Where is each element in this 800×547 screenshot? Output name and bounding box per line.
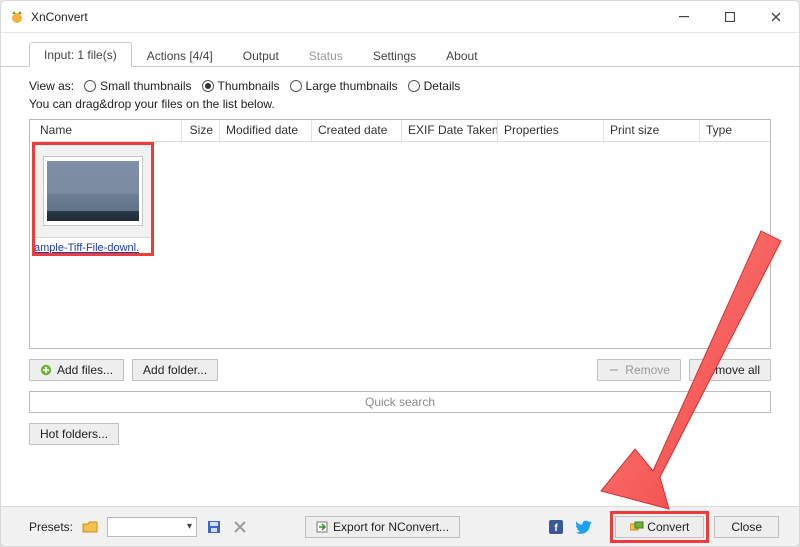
thumbnail-image <box>47 161 139 221</box>
search-row <box>29 391 771 413</box>
tab-bar: Input: 1 file(s) Actions [4/4] Output St… <box>1 33 799 67</box>
list-item[interactable]: ample-Tiff-File-downl. <box>34 144 152 254</box>
file-action-row: Add files... Add folder... Remove Remove… <box>29 359 771 381</box>
file-items-area[interactable]: ample-Tiff-File-downl. <box>30 142 770 348</box>
footer-bar: Presets: ▾ Export for NConvert... f <box>1 506 799 546</box>
convert-highlight: Convert <box>613 514 706 540</box>
add-files-button[interactable]: Add files... <box>29 359 124 381</box>
col-exif[interactable]: EXIF Date Taken <box>402 120 498 141</box>
remove-all-button[interactable]: Remove all <box>689 359 771 381</box>
social-icons: f <box>547 518 593 536</box>
col-name[interactable]: Name <box>30 120 182 141</box>
col-printsize[interactable]: Print size <box>604 120 700 141</box>
col-modified[interactable]: Modified date <box>220 120 312 141</box>
remove-button[interactable]: Remove <box>597 359 681 381</box>
tab-input[interactable]: Input: 1 file(s) <box>29 42 132 67</box>
col-properties[interactable]: Properties <box>498 120 604 141</box>
tab-status[interactable]: Status <box>294 43 358 67</box>
tab-settings[interactable]: Settings <box>358 43 431 67</box>
column-headers: Name Size Modified date Created date EXI… <box>30 120 770 142</box>
convert-button[interactable]: Convert <box>615 516 704 538</box>
col-size[interactable]: Size <box>182 120 220 141</box>
view-as-label: View as: <box>29 79 74 93</box>
save-preset-icon[interactable] <box>205 518 223 536</box>
export-nconvert-button[interactable]: Export for NConvert... <box>305 516 460 538</box>
twitter-icon[interactable] <box>575 518 593 536</box>
minimize-button[interactable] <box>661 1 707 33</box>
thumbnail-label: ample-Tiff-File-downl. <box>34 242 152 254</box>
app-window: XnConvert Input: 1 file(s) Actions [4/4]… <box>0 0 800 547</box>
close-button[interactable]: Close <box>714 516 779 538</box>
app-icon <box>9 9 25 25</box>
presets-label: Presets: <box>29 520 73 534</box>
window-title: XnConvert <box>31 10 88 24</box>
thumbnail-frame <box>34 144 152 238</box>
delete-preset-icon[interactable] <box>231 518 249 536</box>
maximize-button[interactable] <box>707 1 753 33</box>
col-created[interactable]: Created date <box>312 120 402 141</box>
drag-drop-hint: You can drag&drop your files on the list… <box>29 97 771 111</box>
file-list: Name Size Modified date Created date EXI… <box>29 119 771 349</box>
hot-folders-button[interactable]: Hot folders... <box>29 423 119 445</box>
title-bar: XnConvert <box>1 1 799 33</box>
radio-small-thumbnails[interactable]: Small thumbnails <box>84 79 191 93</box>
facebook-icon[interactable]: f <box>547 518 565 536</box>
presets-combo[interactable]: ▾ <box>107 517 197 537</box>
plus-icon <box>40 364 52 376</box>
presets-open-icon[interactable] <box>81 518 99 536</box>
export-icon <box>316 521 328 533</box>
radio-large-thumbnails[interactable]: Large thumbnails <box>290 79 398 93</box>
view-as-row: View as: Small thumbnails Thumbnails Lar… <box>29 79 771 93</box>
col-type[interactable]: Type <box>700 120 770 141</box>
close-window-button[interactable] <box>753 1 799 33</box>
minus-icon <box>608 364 620 376</box>
body: View as: Small thumbnails Thumbnails Lar… <box>1 67 799 453</box>
tab-actions[interactable]: Actions [4/4] <box>132 43 228 67</box>
add-folder-button[interactable]: Add folder... <box>132 359 218 381</box>
radio-details[interactable]: Details <box>408 79 461 93</box>
radio-thumbnails[interactable]: Thumbnails <box>202 79 280 93</box>
convert-icon <box>630 521 642 533</box>
tab-output[interactable]: Output <box>228 43 294 67</box>
tab-about[interactable]: About <box>431 43 492 67</box>
quick-search-input[interactable] <box>29 391 771 413</box>
